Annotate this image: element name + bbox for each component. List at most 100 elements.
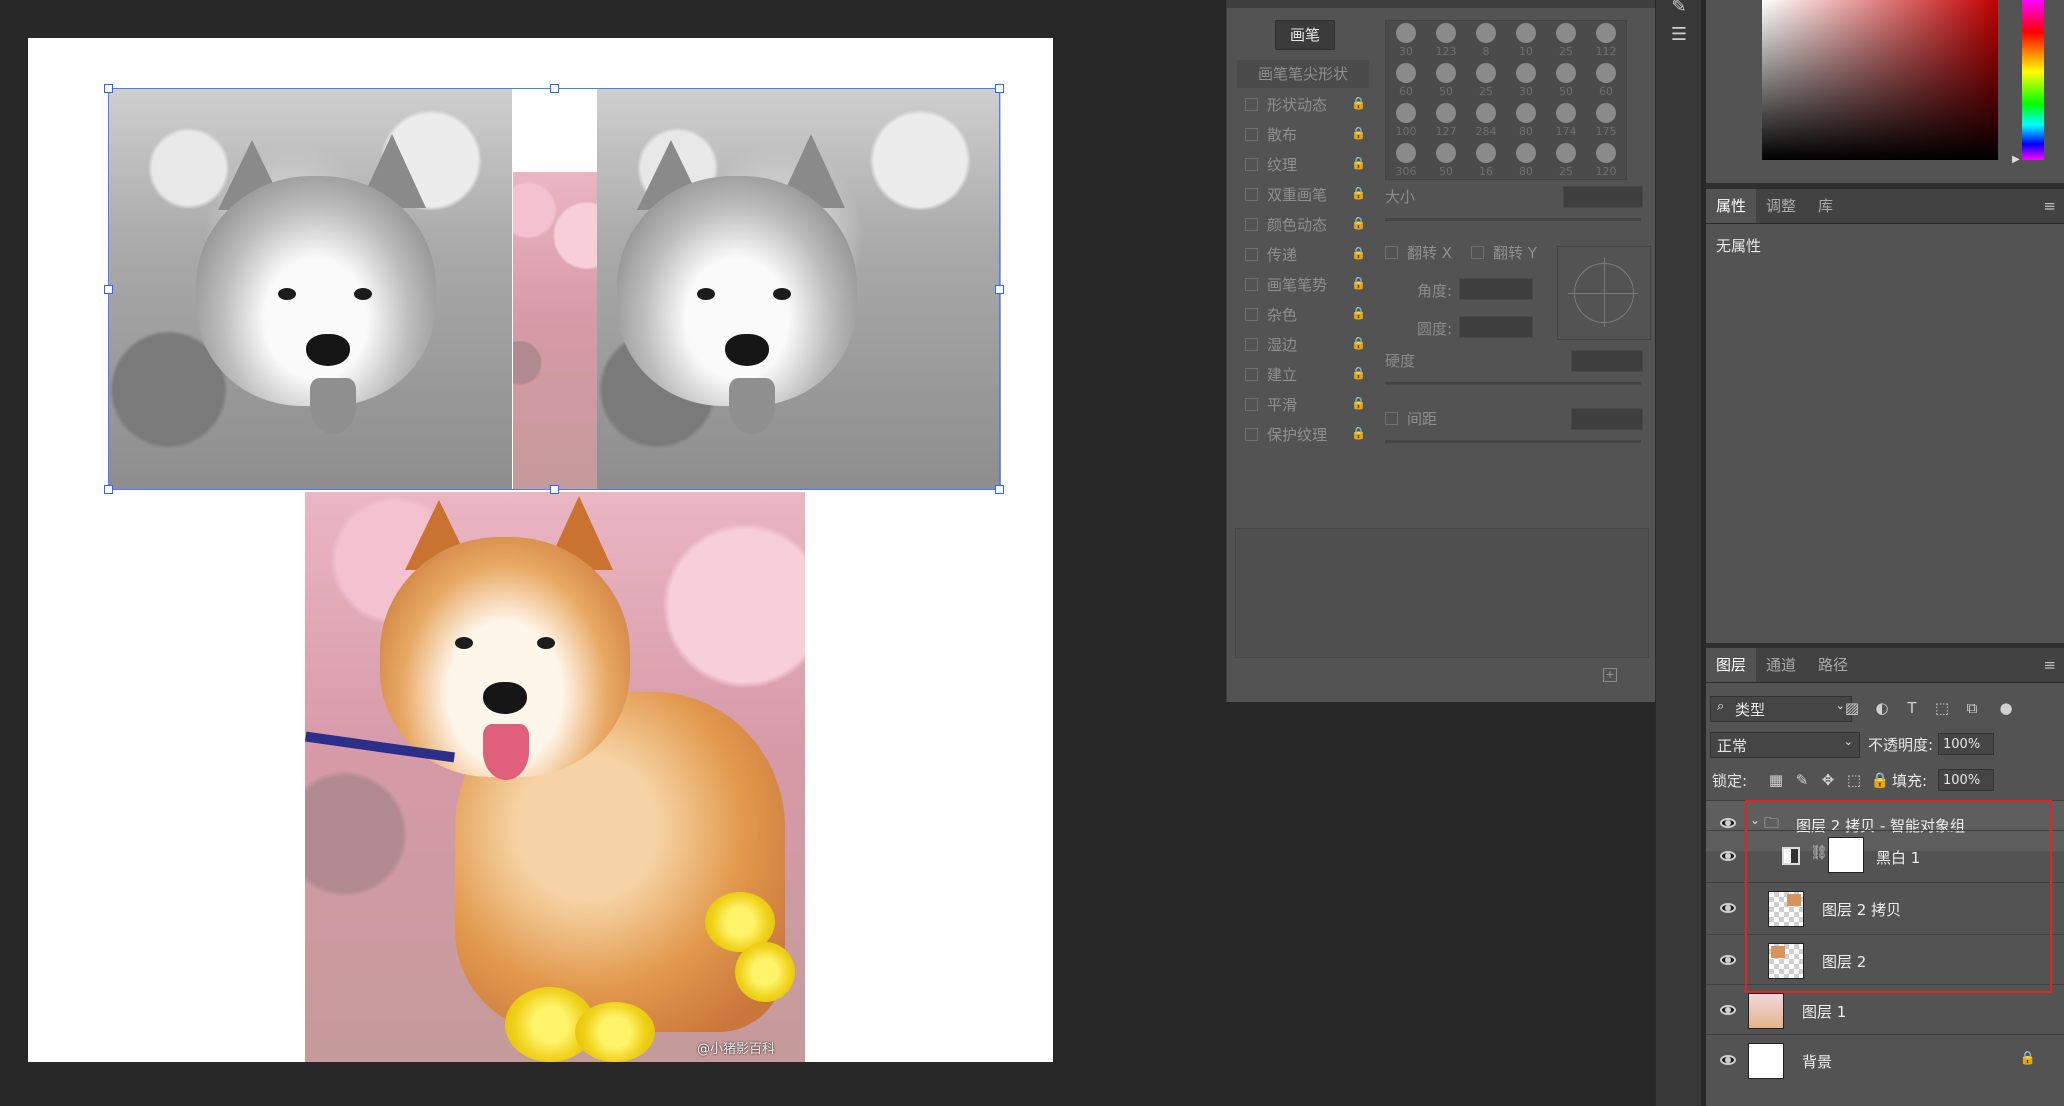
brush-option-checkbox[interactable] xyxy=(1245,128,1258,141)
brush-option-checkbox[interactable] xyxy=(1245,308,1258,321)
fill-field[interactable]: 100% xyxy=(1938,769,1994,791)
brush-option-row[interactable]: 颜色动态 🔒 xyxy=(1237,210,1369,238)
lock-icon[interactable]: 🔒 xyxy=(1351,366,1366,380)
lock-icon[interactable]: 🔒 xyxy=(1351,126,1366,140)
lock-image-icon[interactable]: ✎ xyxy=(1792,770,1812,790)
brush-tip-cell[interactable]: 120 xyxy=(1586,141,1626,179)
brush-tip-cell[interactable]: 50 xyxy=(1426,61,1466,101)
brush-tip-grid[interactable]: 30 123 8 10 25 112 60 50 25 30 50 60 100 127 284 80 174 1… xyxy=(1385,20,1627,180)
spacing-slider[interactable] xyxy=(1385,440,1641,443)
lock-position-icon[interactable]: ✥ xyxy=(1818,770,1838,790)
brush-tip-shape-item[interactable]: 画笔笔尖形状 xyxy=(1237,60,1369,88)
flip-y-box[interactable] xyxy=(1471,246,1484,259)
flip-x-checkbox[interactable]: 翻转 X xyxy=(1377,238,1467,266)
hardness-field[interactable] xyxy=(1571,350,1643,372)
size-slider[interactable] xyxy=(1385,218,1641,221)
brush-option-checkbox[interactable] xyxy=(1245,98,1258,111)
brush-option-row[interactable]: 传递 🔒 xyxy=(1237,240,1369,268)
lock-transparent-icon[interactable]: ▦ xyxy=(1766,770,1786,790)
filter-toggle-icon[interactable]: ● xyxy=(1996,698,2016,718)
brush-option-row[interactable]: 建立 🔒 xyxy=(1237,360,1369,388)
brush-option-row[interactable]: 形状动态 🔒 xyxy=(1237,90,1369,118)
lock-icon[interactable]: 🔒 xyxy=(1351,396,1366,410)
spacing-field[interactable] xyxy=(1571,408,1643,430)
lock-icon[interactable]: 🔒 xyxy=(1351,426,1366,440)
color-saturation-field[interactable] xyxy=(1762,0,1998,160)
lock-icon[interactable]: 🔒 xyxy=(1351,96,1366,110)
tab-paths[interactable]: 路径 xyxy=(1818,648,1848,682)
brush-option-row[interactable]: 湿边 🔒 xyxy=(1237,330,1369,358)
brush-tip-cell[interactable]: 10 xyxy=(1506,21,1546,61)
new-brush-icon[interactable]: + xyxy=(1603,668,1617,682)
angle-field[interactable] xyxy=(1459,278,1533,300)
brush-option-checkbox[interactable] xyxy=(1245,218,1258,231)
brush-option-checkbox[interactable] xyxy=(1245,158,1258,171)
visibility-eye-icon[interactable] xyxy=(1720,955,1736,965)
lock-all-icon[interactable]: 🔒 xyxy=(1870,770,1890,790)
brush-option-row[interactable]: 双重画笔 🔒 xyxy=(1237,180,1369,208)
handle-middle-left[interactable] xyxy=(104,285,113,294)
brush-option-checkbox[interactable] xyxy=(1245,248,1258,261)
brush-presets-button[interactable]: 画笔 xyxy=(1275,20,1335,50)
opacity-field[interactable]: 100% xyxy=(1938,733,1994,755)
handle-bottom-left[interactable] xyxy=(104,485,113,494)
brush-option-checkbox[interactable] xyxy=(1245,188,1258,201)
hardness-slider[interactable] xyxy=(1385,382,1641,385)
filter-type-icon[interactable]: T xyxy=(1902,698,1922,718)
brush-tip-cell[interactable]: 306 xyxy=(1386,141,1426,179)
visibility-eye-icon[interactable] xyxy=(1720,818,1736,828)
spacing-checkbox[interactable]: 间距 xyxy=(1377,404,1467,432)
lock-icon[interactable]: 🔒 xyxy=(1351,186,1366,200)
brush-settings-icon[interactable]: ☰ xyxy=(1668,24,1690,46)
hue-slider[interactable] xyxy=(2022,0,2044,160)
brush-tip-cell[interactable]: 284 xyxy=(1466,101,1506,141)
brush-icon[interactable]: ✎ xyxy=(1668,0,1690,18)
handle-top-right[interactable] xyxy=(995,84,1004,93)
hue-marker-icon[interactable]: ▶ xyxy=(2012,154,2020,165)
brush-angle-preview[interactable] xyxy=(1557,246,1651,340)
brush-option-checkbox[interactable] xyxy=(1245,428,1258,441)
brush-option-row[interactable]: 画笔笔势 🔒 xyxy=(1237,270,1369,298)
brush-tip-cell[interactable]: 25 xyxy=(1466,61,1506,101)
handle-middle-right[interactable] xyxy=(995,285,1004,294)
tab-layers[interactable]: 图层 xyxy=(1706,648,1757,682)
tab-adjustments[interactable]: 调整 xyxy=(1766,189,1796,223)
tab-libraries[interactable]: 库 xyxy=(1818,189,1833,223)
brush-tip-cell[interactable]: 175 xyxy=(1586,101,1626,141)
brush-tip-cell[interactable]: 112 xyxy=(1586,21,1626,61)
brush-option-row[interactable]: 杂色 🔒 xyxy=(1237,300,1369,328)
flip-y-checkbox[interactable]: 翻转 Y xyxy=(1463,238,1553,266)
layer-filter-select[interactable]: ⌕ 类型 ⌄ xyxy=(1710,696,1852,722)
brush-tip-cell[interactable]: 100 xyxy=(1386,101,1426,141)
brush-tip-cell[interactable]: 16 xyxy=(1466,141,1506,179)
transform-bounding-box[interactable] xyxy=(104,84,1004,494)
layer-thumbnail[interactable] xyxy=(1748,993,1784,1029)
layer-name[interactable]: 背景 xyxy=(1802,1051,1832,1072)
brush-tip-cell[interactable]: 60 xyxy=(1586,61,1626,101)
lock-icon[interactable]: 🔒 xyxy=(1351,336,1366,350)
layer-thumbnail[interactable] xyxy=(1748,1043,1784,1079)
visibility-eye-icon[interactable] xyxy=(1720,1055,1736,1065)
brush-tip-cell[interactable]: 80 xyxy=(1506,101,1546,141)
brush-option-checkbox[interactable] xyxy=(1245,398,1258,411)
lock-icon[interactable]: 🔒 xyxy=(1351,276,1366,290)
brush-tip-cell[interactable]: 60 xyxy=(1386,61,1426,101)
visibility-eye-icon[interactable] xyxy=(1720,1005,1736,1015)
lock-icon[interactable]: 🔒 xyxy=(1351,156,1366,170)
brush-option-checkbox[interactable] xyxy=(1245,278,1258,291)
brush-tip-cell[interactable]: 50 xyxy=(1546,61,1586,101)
tab-properties[interactable]: 属性 xyxy=(1706,189,1757,223)
blend-mode-select[interactable]: 正常 ⌄ xyxy=(1710,732,1860,758)
brush-option-row[interactable]: 保护纹理 🔒 xyxy=(1237,420,1369,448)
properties-menu-icon[interactable]: ≡ xyxy=(2043,197,2056,215)
handle-top-center[interactable] xyxy=(550,84,559,93)
filter-shape-icon[interactable]: ⬚ xyxy=(1932,698,1952,718)
layers-menu-icon[interactable]: ≡ xyxy=(2043,656,2056,674)
visibility-eye-icon[interactable] xyxy=(1720,851,1736,861)
filter-adjustment-icon[interactable]: ◐ xyxy=(1872,698,1892,718)
brush-tip-cell[interactable]: 127 xyxy=(1426,101,1466,141)
brush-tip-cell[interactable]: 80 xyxy=(1506,141,1546,179)
brush-tip-cell[interactable]: 25 xyxy=(1546,141,1586,179)
flip-x-box[interactable] xyxy=(1385,246,1398,259)
brush-tip-cell[interactable]: 25 xyxy=(1546,21,1586,61)
